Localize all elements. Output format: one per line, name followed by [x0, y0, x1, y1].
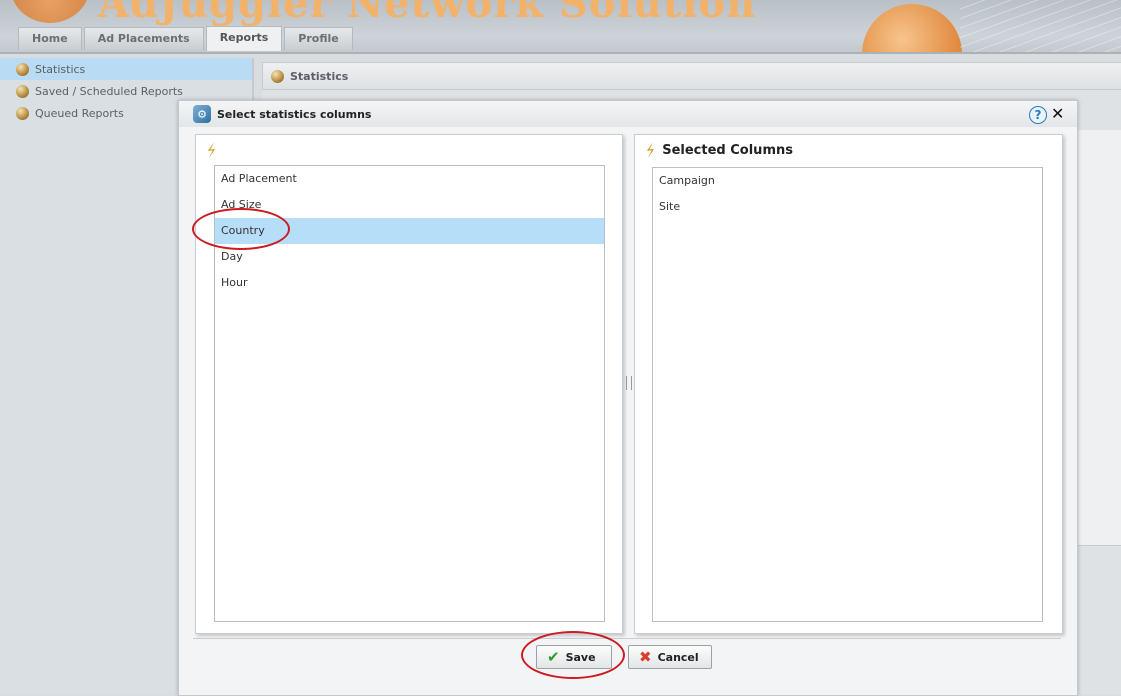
logo-text: AdJuggler Network Solution: [98, 0, 757, 27]
list-item[interactable]: Day: [215, 244, 604, 270]
help-icon[interactable]: ?: [1029, 106, 1047, 124]
connector-icon: ⚡: [203, 139, 221, 162]
divider: [193, 638, 1061, 639]
dialog-title: Select statistics columns: [217, 107, 372, 121]
globe-graphic: [862, 4, 962, 52]
sidebar-item-statistics[interactable]: Statistics: [0, 58, 252, 80]
connector-icon: ⚡: [642, 139, 660, 162]
bullet-icon: [271, 69, 284, 83]
report-icon: ⚙: [193, 105, 211, 123]
selected-columns-list[interactable]: Campaign Site: [652, 167, 1043, 622]
content-strip: [1076, 130, 1121, 546]
panel-header: ⚡: [203, 139, 223, 162]
bullet-icon: [16, 106, 29, 120]
sidebar-item-saved-reports[interactable]: Saved / Scheduled Reports: [0, 80, 252, 102]
panel-header: ⚡ Selected Columns: [642, 139, 793, 162]
main-tabs: Home Ad Placements Reports Profile: [18, 26, 353, 51]
sidebar-item-label: Statistics: [35, 62, 86, 76]
tab-profile[interactable]: Profile: [284, 27, 353, 50]
bullet-icon: [16, 84, 29, 98]
dialog-titlebar: ⚙ Select statistics columns ? ✕: [179, 101, 1077, 127]
page-title: Statistics: [290, 69, 349, 83]
list-item[interactable]: Ad Placement: [215, 166, 604, 192]
main-title-bar: Statistics: [262, 62, 1121, 90]
splitter-handle[interactable]: [626, 376, 632, 390]
select-columns-dialog: ⚙ Select statistics columns ? ✕ ⚡ Ad Pla…: [178, 100, 1078, 696]
close-icon[interactable]: ✕: [1051, 104, 1064, 123]
x-icon: ✖: [639, 648, 652, 666]
decorative-streaks: [960, 0, 1121, 52]
app-header: AdJuggler Network Solution Home Ad Place…: [0, 0, 1121, 54]
list-item[interactable]: Campaign: [653, 168, 1042, 194]
cancel-button[interactable]: ✖ Cancel: [628, 645, 712, 669]
list-item[interactable]: Site: [653, 194, 1042, 220]
cancel-label: Cancel: [657, 650, 699, 664]
list-item[interactable]: Hour: [215, 270, 604, 296]
bullet-icon: [16, 62, 29, 76]
annotation-circle-country: [192, 208, 290, 250]
sidebar-item-label: Saved / Scheduled Reports: [35, 84, 183, 98]
logo-mark: [10, 0, 90, 23]
tab-reports[interactable]: Reports: [205, 26, 283, 51]
annotation-circle-save: [521, 631, 625, 679]
tab-ad-placements[interactable]: Ad Placements: [83, 27, 204, 50]
panel-heading: Selected Columns: [662, 143, 793, 158]
sidebar-item-label: Queued Reports: [35, 106, 124, 120]
selected-columns-panel: ⚡ Selected Columns Campaign Site: [634, 134, 1063, 634]
tab-home[interactable]: Home: [18, 27, 82, 50]
